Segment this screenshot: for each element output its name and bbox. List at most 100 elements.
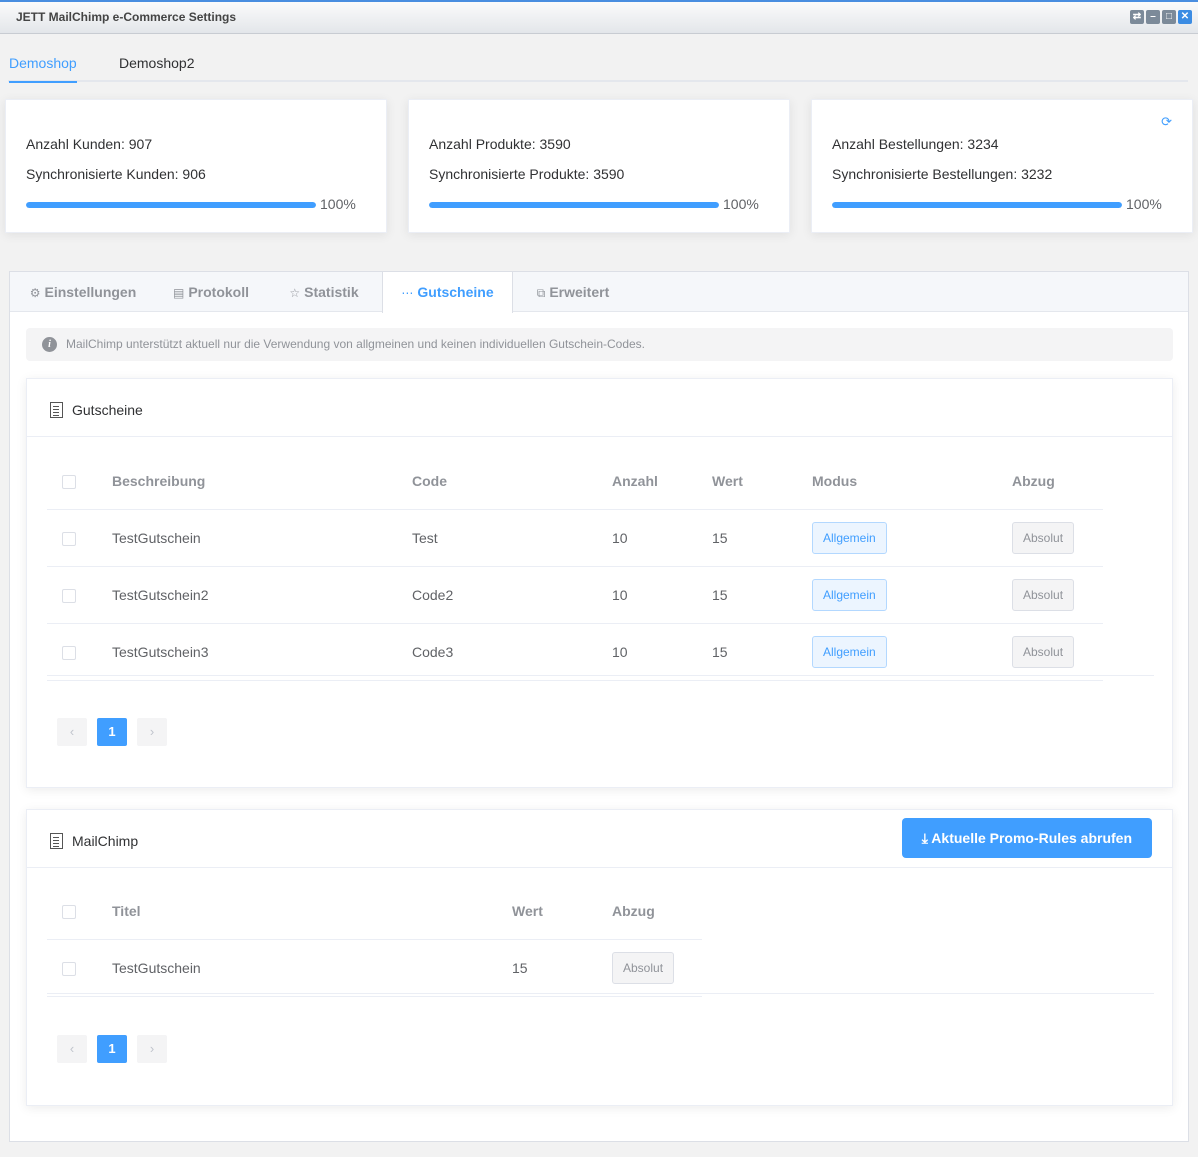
next-page-button[interactable]: › (137, 718, 167, 746)
customers-synced: Synchronisierte Kunden: 906 (26, 166, 206, 182)
abzug-tag: Absolut (1012, 521, 1075, 554)
col-abzug[interactable]: Abzug (1012, 453, 1103, 510)
settings-tabs: ⚙ Einstellungen ▤ Protokoll ☆ Statistik ⋯ Gu… (10, 272, 1188, 313)
col-anzahl[interactable]: Anzahl (612, 453, 712, 510)
info-alert: i MailChimp unterstützt aktuell nur die … (26, 328, 1173, 361)
cell-beschreibung: TestGutschein2 (112, 566, 412, 624)
maximize-icon[interactable]: □ (1162, 10, 1176, 24)
next-page-button[interactable]: › (137, 1035, 167, 1063)
settings-panel: ⚙ Einstellungen ▤ Protokoll ☆ Statistik ⋯ Gu… (9, 271, 1189, 1142)
gutscheine-pagination: ‹ 1 › (57, 718, 167, 746)
gutscheine-title: Gutscheine (72, 402, 143, 418)
table-row[interactable]: TestGutschein Test 10 15 Allgemein Absol… (47, 509, 1103, 567)
select-all-checkbox[interactable] (62, 474, 76, 489)
cell-wert: 15 (512, 939, 612, 997)
cell-wert: 15 (712, 566, 812, 624)
customers-count: Anzahl Kunden: 907 (26, 136, 153, 152)
tab-gutscheine-label: Gutscheine (417, 284, 494, 300)
products-progress: 100% (429, 196, 769, 212)
minimize-icon[interactable]: – (1146, 10, 1160, 24)
row-checkbox[interactable] (62, 588, 76, 603)
tab-statistik-label: Statistik (304, 284, 359, 300)
tab-einstellungen[interactable]: ⚙ Einstellungen (10, 272, 156, 312)
col-wert[interactable]: Wert (512, 883, 612, 940)
cell-wert: 15 (712, 623, 812, 681)
modus-tag: Allgemein (812, 635, 887, 668)
products-progress-label: 100% (723, 196, 759, 212)
tab-erweitert[interactable]: ⧉ Erweitert (513, 272, 633, 312)
mailchimp-header: MailChimp ⤓ Aktuelle Promo-Rules abrufen (27, 810, 1172, 868)
window-title: JETT MailChimp e-Commerce Settings (16, 10, 237, 24)
tab-protokoll[interactable]: ▤ Protokoll (156, 272, 266, 312)
select-all-checkbox[interactable] (62, 904, 76, 919)
mailchimp-table: Titel Wert Abzug TestGutschein 15 Absolu… (47, 883, 702, 997)
mailchimp-title: MailChimp (72, 833, 139, 849)
table-row[interactable]: TestGutschein2 Code2 10 15 Allgemein Abs… (47, 566, 1103, 624)
extend-icon: ⧉ (536, 286, 546, 300)
modus-tag: Allgemein (812, 578, 887, 611)
col-wert[interactable]: Wert (712, 453, 812, 510)
gutscheine-table: Beschreibung Code Anzahl Wert Modus Abzu… (47, 453, 1103, 681)
gutscheine-header: Gutscheine (27, 379, 1172, 437)
tab-gutscheine[interactable]: ⋯ Gutscheine (382, 272, 513, 313)
products-count: Anzahl Produkte: 3590 (429, 136, 571, 152)
products-synced: Synchronisierte Produkte: 3590 (429, 166, 625, 182)
orders-count: Anzahl Bestellungen: 3234 (832, 136, 999, 152)
fetch-promo-rules-button[interactable]: ⤓ Aktuelle Promo-Rules abrufen (901, 818, 1152, 858)
cell-beschreibung: TestGutschein (112, 509, 412, 567)
customers-progress-label: 100% (320, 196, 356, 212)
table-row[interactable]: TestGutschein3 Code3 10 15 Allgemein Abs… (47, 623, 1103, 681)
col-code[interactable]: Code (412, 453, 612, 510)
gear-icon: ⚙ (29, 286, 41, 300)
mailchimp-pagination: ‹ 1 › (57, 1035, 167, 1063)
orders-progress: 100% (832, 196, 1172, 212)
col-modus[interactable]: Modus (812, 453, 1012, 510)
window-titlebar: JETT MailChimp e-Commerce Settings ⇄ – □… (0, 0, 1198, 34)
refresh-icon[interactable]: ⟳ (1161, 114, 1172, 130)
table-bottom-divider (47, 675, 1154, 676)
tab-demoshop2[interactable]: Demoshop2 (119, 55, 195, 81)
document-icon (50, 402, 63, 418)
tab-einstellungen-label: Einstellungen (44, 284, 137, 300)
table-header-row: Titel Wert Abzug (47, 883, 702, 940)
prev-page-button[interactable]: ‹ (57, 1035, 87, 1063)
close-icon[interactable]: ✕ (1178, 10, 1192, 24)
prev-page-button[interactable]: ‹ (57, 718, 87, 746)
cell-titel: TestGutschein (112, 939, 512, 997)
orders-synced: Synchronisierte Bestellungen: 3232 (832, 166, 1053, 182)
sync-window-icon[interactable]: ⇄ (1130, 10, 1144, 24)
customers-progress-fill (26, 202, 316, 208)
page-1-button[interactable]: 1 (97, 718, 127, 746)
row-checkbox[interactable] (62, 961, 76, 976)
tab-protokoll-label: Protokoll (188, 284, 249, 300)
cell-anzahl: 10 (612, 509, 712, 567)
row-checkbox[interactable] (62, 645, 76, 660)
orders-progress-fill (832, 202, 1122, 208)
more-icon: ⋯ (401, 286, 414, 300)
tab-erweitert-label: Erweitert (549, 284, 610, 300)
cell-code: Test (412, 509, 612, 567)
window-controls: ⇄ – □ ✕ (1130, 10, 1192, 24)
row-checkbox[interactable] (62, 531, 76, 546)
page-1-button[interactable]: 1 (97, 1035, 127, 1063)
cell-anzahl: 10 (612, 566, 712, 624)
tab-demoshop[interactable]: Demoshop (9, 55, 77, 83)
col-abzug[interactable]: Abzug (612, 883, 702, 940)
modus-tag: Allgemein (812, 521, 887, 554)
orders-stat-card: ⟳ Anzahl Bestellungen: 3234 Synchronisie… (811, 99, 1193, 233)
col-beschreibung[interactable]: Beschreibung (112, 453, 412, 510)
col-titel[interactable]: Titel (112, 883, 512, 940)
tab-statistik[interactable]: ☆ Statistik (266, 272, 382, 312)
info-icon: i (42, 337, 57, 352)
abzug-tag: Absolut (1012, 578, 1075, 611)
orders-progress-label: 100% (1126, 196, 1162, 212)
download-icon: ⤓ (921, 830, 932, 846)
cell-wert: 15 (712, 509, 812, 567)
table-row[interactable]: TestGutschein 15 Absolut (47, 939, 702, 997)
products-stat-card: Anzahl Produkte: 3590 Synchronisierte Pr… (408, 99, 790, 233)
cell-code: Code2 (412, 566, 612, 624)
cell-code: Code3 (412, 623, 612, 681)
products-progress-fill (429, 202, 719, 208)
abzug-tag: Absolut (612, 951, 675, 984)
cell-beschreibung: TestGutschein3 (112, 623, 412, 681)
